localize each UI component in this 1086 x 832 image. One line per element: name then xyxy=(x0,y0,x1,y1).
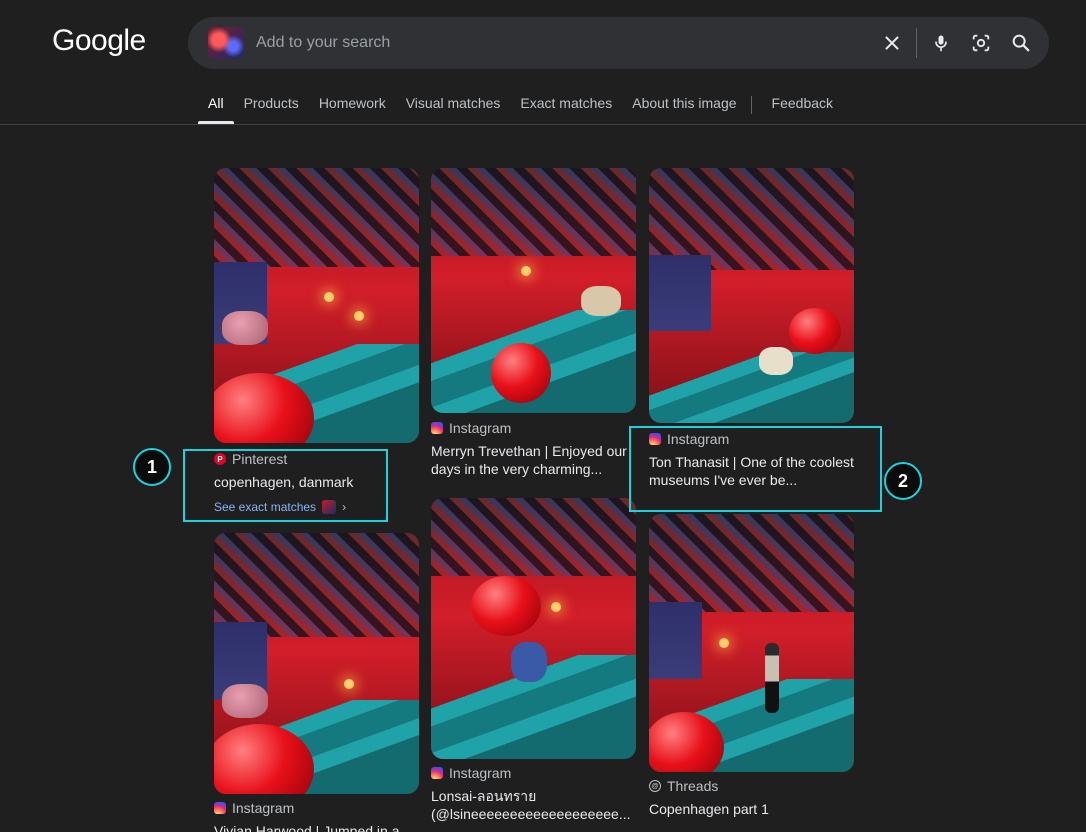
result-image[interactable] xyxy=(649,168,854,423)
instagram-icon xyxy=(431,767,443,779)
tab-feedback[interactable]: Feedback xyxy=(762,88,843,124)
result-title[interactable]: Lonsai-ลอนทราย (@lsineeeeeeeeeeeeeeeeeee… xyxy=(431,787,636,823)
result-title[interactable]: Merryn Trevethan | Enjoyed our days in t… xyxy=(431,442,636,478)
instagram-icon xyxy=(649,433,661,445)
result-card[interactable]: P Pinterest copenhagen, danmark See exac… xyxy=(214,168,419,514)
search-tabs: All Products Homework Visual matches Exa… xyxy=(198,88,843,124)
result-image[interactable] xyxy=(431,498,636,759)
result-card[interactable]: @ Threads Copenhagen part 1 xyxy=(649,514,854,818)
chevron-right-icon: › xyxy=(342,500,347,514)
instagram-icon xyxy=(214,802,226,814)
result-source: @ Threads xyxy=(649,778,854,794)
see-exact-matches-link[interactable]: See exact matches › xyxy=(214,500,419,514)
result-title[interactable]: Copenhagen part 1 xyxy=(649,800,854,818)
tab-about-this-image[interactable]: About this image xyxy=(622,88,746,124)
instagram-icon xyxy=(431,422,443,434)
annotation-badge-2: 2 xyxy=(884,462,922,500)
result-title[interactable]: Ton Thanasit | One of the coolest museum… xyxy=(649,453,854,489)
result-card[interactable]: Instagram Lonsai-ลอนทราย (@lsineeeeeeeee… xyxy=(431,498,636,823)
annotation-badge-1: 1 xyxy=(133,448,171,486)
tab-visual-matches[interactable]: Visual matches xyxy=(396,88,511,124)
tab-all[interactable]: All xyxy=(198,88,234,124)
result-card[interactable]: Instagram Ton Thanasit | One of the cool… xyxy=(649,168,854,489)
header-divider xyxy=(0,124,1086,125)
result-source: Instagram xyxy=(214,800,419,816)
microphone-icon[interactable] xyxy=(921,23,961,63)
lens-camera-icon[interactable] xyxy=(961,23,1001,63)
threads-icon: @ xyxy=(649,780,661,792)
result-card[interactable]: Instagram Vivian Harwood | Jumped in a xyxy=(214,533,419,832)
search-icon[interactable] xyxy=(1001,23,1041,63)
result-image[interactable] xyxy=(431,168,636,413)
tab-separator xyxy=(750,96,752,114)
tab-homework[interactable]: Homework xyxy=(309,88,396,124)
result-source: Instagram xyxy=(431,420,636,436)
result-source: P Pinterest xyxy=(214,451,419,467)
exact-match-thumbnail xyxy=(322,500,337,514)
search-divider xyxy=(916,28,917,58)
result-image[interactable] xyxy=(214,168,419,443)
search-input[interactable] xyxy=(256,34,872,52)
google-logo[interactable]: Google xyxy=(52,24,146,58)
result-title[interactable]: copenhagen, danmark xyxy=(214,473,419,491)
result-image[interactable] xyxy=(214,533,419,794)
tab-products[interactable]: Products xyxy=(234,88,309,124)
tab-exact-matches[interactable]: Exact matches xyxy=(510,88,622,124)
pinterest-icon: P xyxy=(214,453,226,465)
result-source: Instagram xyxy=(431,765,636,781)
result-card[interactable]: Instagram Merryn Trevethan | Enjoyed our… xyxy=(431,168,636,478)
search-image-thumbnail[interactable] xyxy=(208,27,244,59)
result-image[interactable] xyxy=(649,514,854,772)
result-source: Instagram xyxy=(649,431,854,447)
result-title[interactable]: Vivian Harwood | Jumped in a xyxy=(214,822,419,832)
clear-icon[interactable] xyxy=(872,23,912,63)
search-bar xyxy=(188,17,1049,69)
